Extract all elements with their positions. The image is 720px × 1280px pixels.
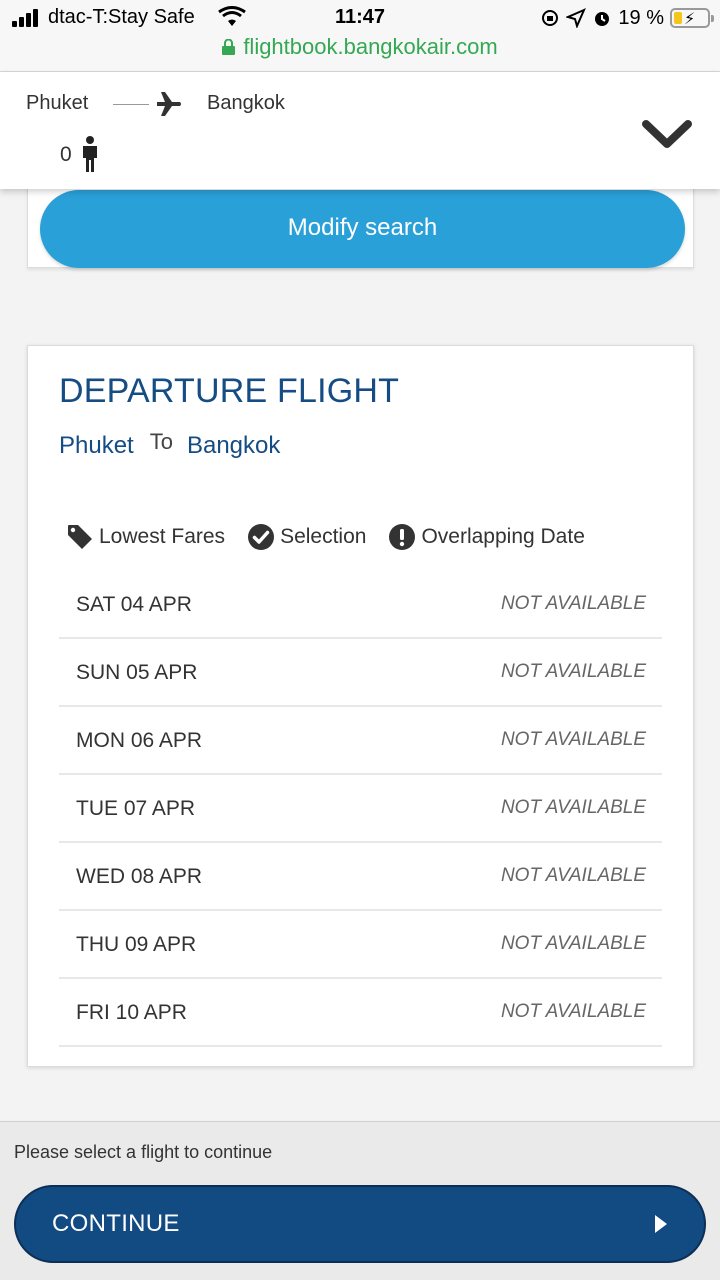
date-row[interactable]: THU 09 APR NOT AVAILABLE bbox=[59, 911, 662, 979]
tag-icon bbox=[68, 525, 92, 549]
date-row[interactable]: TUE 07 APR NOT AVAILABLE bbox=[59, 775, 662, 843]
continue-button[interactable]: CONTINUE bbox=[14, 1185, 706, 1263]
date-label: TUE 07 APR bbox=[76, 797, 196, 820]
date-row[interactable]: SAT 04 APR NOT AVAILABLE bbox=[59, 571, 662, 639]
passenger-count: 0 bbox=[60, 143, 72, 166]
url-bar[interactable]: flightbook.bangkokair.com bbox=[0, 34, 720, 64]
route-to-word: To bbox=[149, 429, 173, 454]
route-header[interactable] bbox=[0, 72, 720, 189]
legend-label: Overlapping Date bbox=[421, 525, 585, 548]
legend-label: Selection bbox=[280, 525, 367, 548]
date-row[interactable]: SUN 05 APR NOT AVAILABLE bbox=[59, 639, 662, 707]
date-label: FRI 10 APR bbox=[76, 1001, 187, 1024]
route-line bbox=[113, 104, 149, 105]
orientation-lock-icon bbox=[542, 10, 559, 26]
route-origin: Phuket bbox=[59, 432, 134, 459]
header-destination: Bangkok bbox=[207, 92, 285, 114]
battery-percent: 19 % bbox=[618, 6, 664, 29]
status-bar: dtac-T:Stay Safe 11:47 19 % ⚡ bbox=[0, 0, 720, 36]
date-label: SUN 05 APR bbox=[76, 661, 198, 684]
location-icon bbox=[566, 8, 587, 28]
date-label: WED 08 APR bbox=[76, 865, 203, 888]
legend-overlapping-date: Overlapping Date bbox=[388, 523, 585, 551]
legend-lowest-fares: Lowest Fares bbox=[66, 523, 225, 551]
availability-status: NOT AVAILABLE bbox=[500, 1001, 646, 1022]
availability-status: NOT AVAILABLE bbox=[500, 865, 646, 886]
date-row[interactable]: FRI 10 APR NOT AVAILABLE bbox=[59, 979, 662, 1047]
status-icons: 19 % ⚡ bbox=[540, 6, 714, 30]
person-icon bbox=[83, 136, 97, 172]
bottom-bar: Please select a flight to continue CONTI… bbox=[0, 1121, 720, 1280]
header-origin: Phuket bbox=[26, 92, 89, 114]
availability-status: NOT AVAILABLE bbox=[500, 661, 646, 682]
route-destination: Bangkok bbox=[186, 432, 281, 459]
date-label: MON 06 APR bbox=[76, 729, 203, 752]
availability-status: NOT AVAILABLE bbox=[500, 797, 646, 818]
url-text: flightbook.bangkokair.com bbox=[243, 34, 498, 59]
availability-status: NOT AVAILABLE bbox=[500, 729, 646, 750]
alarm-icon bbox=[595, 12, 610, 26]
card-title: DEPARTURE FLIGHT bbox=[59, 372, 400, 410]
plane-icon bbox=[157, 92, 181, 116]
legend-label: Lowest Fares bbox=[99, 525, 226, 548]
date-list: SAT 04 APR NOT AVAILABLE SUN 05 APR NOT … bbox=[59, 571, 662, 1047]
date-row[interactable]: MON 06 APR NOT AVAILABLE bbox=[59, 707, 662, 775]
exclamation-circle-icon bbox=[389, 524, 416, 550]
date-label: SAT 04 APR bbox=[76, 593, 192, 616]
fare-legend: Lowest Fares Selection Overlapping Date bbox=[66, 520, 607, 554]
continue-hint: Please select a flight to continue bbox=[14, 1142, 273, 1162]
departure-flight-card: DEPARTURE FLIGHT Phuket To Bangkok Lowest … bbox=[27, 345, 694, 1067]
route-subtitle: Phuket To Bangkok bbox=[59, 429, 281, 460]
availability-status: NOT AVAILABLE bbox=[500, 933, 646, 954]
play-icon bbox=[655, 1215, 667, 1233]
continue-label: CONTINUE bbox=[52, 1210, 180, 1237]
chevron-down-icon[interactable] bbox=[640, 116, 694, 156]
legend-selection: Selection bbox=[247, 523, 366, 551]
battery-icon: ⚡ bbox=[670, 8, 714, 28]
modify-search-button[interactable]: Modify search bbox=[40, 190, 685, 268]
browser-chrome: dtac-T:Stay Safe 11:47 19 % ⚡ flightbook… bbox=[0, 0, 720, 72]
date-label: THU 09 APR bbox=[76, 933, 197, 956]
date-row[interactable]: WED 08 APR NOT AVAILABLE bbox=[59, 843, 662, 911]
check-circle-icon bbox=[248, 524, 275, 550]
availability-status: NOT AVAILABLE bbox=[500, 593, 646, 614]
lock-icon bbox=[222, 39, 236, 55]
